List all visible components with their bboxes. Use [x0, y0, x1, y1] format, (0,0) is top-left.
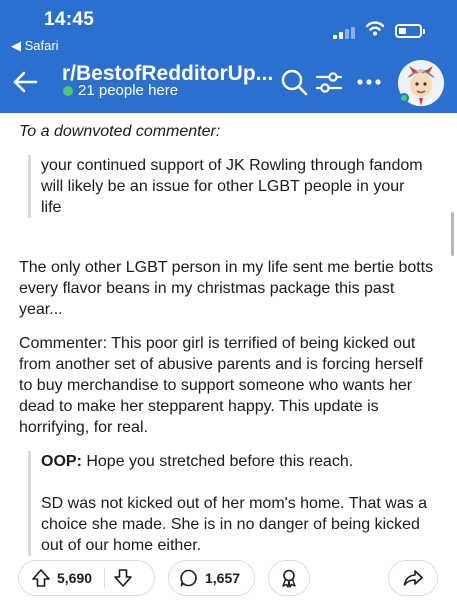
battery-icon — [395, 24, 425, 38]
post-paragraph: The only other LGBT person in my life se… — [19, 259, 434, 318]
vote-count: 5,690 — [57, 570, 93, 586]
share-icon — [403, 570, 423, 586]
back-to-safari-link[interactable]: ◀ Safari — [11, 38, 59, 54]
award-button[interactable] — [268, 560, 310, 596]
avatar-online-indicator — [399, 93, 409, 103]
quote-text: Hope you stretched before this reach. — [81, 453, 354, 470]
downvote-icon[interactable] — [113, 568, 133, 588]
more-icon[interactable] — [354, 67, 384, 97]
comments-button[interactable]: 1,657 — [168, 560, 255, 596]
blockquote: your continued support of JK Rowling thr… — [28, 155, 428, 218]
blockquote: OOP: Hope you stretched before this reac… — [28, 451, 438, 556]
post-intro: To a downvoted commenter: — [19, 123, 221, 140]
divider — [104, 568, 106, 588]
quote-line: OOP: Hope you stretched before this reac… — [41, 451, 438, 472]
status-time: 14:45 — [44, 9, 95, 30]
wifi-icon — [366, 21, 384, 36]
action-bar: 5,690 1,657 — [0, 560, 457, 600]
cell-signal-icon — [333, 27, 357, 39]
post-paragraph: Commenter: This poor girl is terrified o… — [19, 335, 423, 436]
back-arrow-icon[interactable] — [10, 67, 40, 97]
search-icon[interactable] — [279, 67, 309, 97]
oop-label: OOP: — [41, 453, 82, 470]
online-indicator — [63, 86, 73, 96]
comment-icon — [180, 569, 197, 587]
quote-text: SD was not kicked out of her mom's home.… — [41, 495, 428, 554]
vote-control: 5,690 — [18, 560, 155, 596]
scrollbar[interactable] — [451, 212, 454, 256]
upvote-icon[interactable] — [31, 568, 51, 588]
online-count: 21 people here — [78, 82, 179, 99]
comment-count: 1,657 — [205, 570, 241, 586]
filter-icon[interactable] — [314, 67, 344, 97]
app-header: 14:45 ◀ Safari r/BestofRedditorUp... 21 … — [0, 0, 457, 113]
award-icon — [282, 569, 296, 588]
share-button[interactable] — [388, 560, 438, 596]
post-body: To a downvoted commenter: your continued… — [0, 113, 457, 600]
